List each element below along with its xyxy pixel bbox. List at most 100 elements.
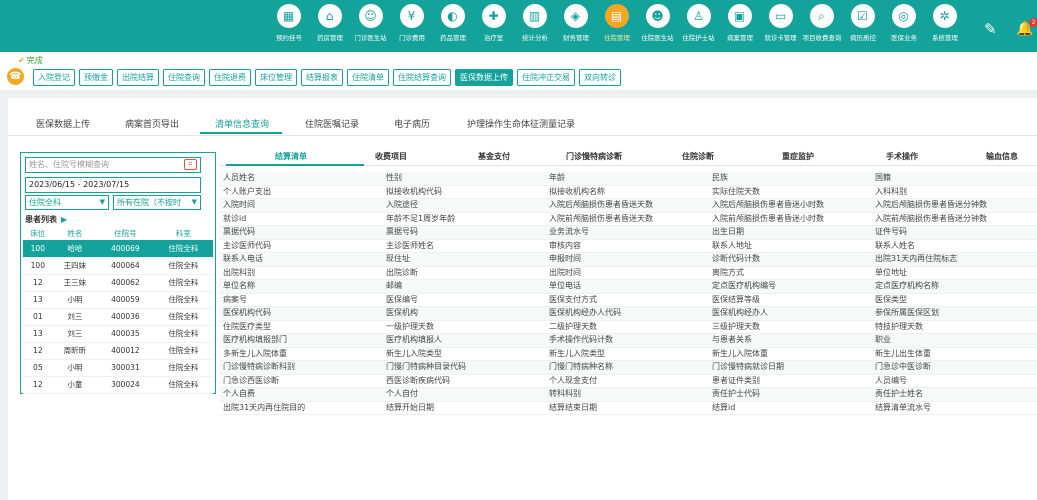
sub-tab[interactable]: 医保数据上传 (36, 117, 90, 130)
table-row[interactable]: 13 刘三 400035 住院全科 (23, 325, 213, 343)
grid-tab[interactable]: 手术操作 (886, 151, 918, 162)
table-row[interactable]: 12 王三妹 400062 住院全科 (23, 274, 213, 292)
field-label: 门急诊西医诊断 (223, 375, 279, 385)
toolbar-button[interactable]: 预缴金 (79, 69, 113, 86)
toolbar-button[interactable]: 出院结算 (117, 69, 159, 86)
field-label: 西医诊断疾病代码 (386, 375, 450, 385)
nav-item-4[interactable]: ◐ 药品管理 (432, 4, 473, 50)
sub-tab[interactable]: 病案首页导出 (125, 117, 179, 130)
grid-row: 出院科别 出院诊断 出院时间 离院方式 单位地址 (220, 267, 1037, 280)
dept-select[interactable]: 住院全科 ▼ (25, 195, 109, 210)
table-cell: 住院全科 (153, 325, 213, 343)
sub-tab[interactable]: 住院医嘱记录 (305, 117, 359, 130)
nav-item-10[interactable]: ♙ 住院护士站 (678, 4, 719, 50)
nav-item-6[interactable]: ▥ 统计分析 (514, 4, 555, 50)
scan-icon[interactable]: ⌗ (184, 159, 197, 170)
table-row[interactable]: 13 小明 400059 住院全科 (23, 291, 213, 309)
nav-item-1[interactable]: ⌂ 药房管理 (309, 4, 350, 50)
nav-item-label: 预约挂号 (275, 34, 302, 42)
grid-tab[interactable]: 结算清单 (275, 151, 307, 162)
nav-item-9[interactable]: ☻ 住院医生站 (637, 4, 678, 50)
table-cell: 400059 (97, 291, 154, 309)
chevron-down-icon: ▼ (99, 198, 105, 206)
field-label: 邮编 (386, 281, 402, 290)
sub-tab[interactable]: 清单信息查询 (215, 117, 269, 130)
nav-item-5[interactable]: ✚ 治疗室 (473, 4, 514, 50)
nav-item-0[interactable]: ▦ 预约挂号 (268, 4, 309, 50)
toolbar-button[interactable]: 入院登记 (33, 69, 75, 86)
edit-icon[interactable]: ✎ (984, 22, 997, 37)
nav-item-7[interactable]: ◈ 财务管理 (555, 4, 596, 50)
column-header: 住院号 (114, 229, 137, 238)
toolbar-button[interactable]: 医保数据上传 (455, 69, 513, 86)
field-label: 个人自付 (386, 389, 418, 398)
patient-panel: 姓名、住院号模糊查询 ⌗ 2023/06/15 - 2023/07/15 住院全… (20, 152, 216, 394)
table-cell: 住院全科 (153, 257, 213, 275)
nav-item-16[interactable]: ✲ 系统管理 (924, 4, 965, 50)
doctor-icon: ☺ (358, 4, 383, 28)
nav-item-11[interactable]: ▣ 病案管理 (719, 4, 760, 50)
nav-item-15[interactable]: ◎ 医保业务 (883, 4, 924, 50)
grid-tab[interactable]: 收费项目 (375, 151, 407, 162)
field-label: 医保结算等级 (712, 294, 760, 304)
play-icon[interactable]: ▶ (61, 215, 67, 224)
field-label: 医疗机构填报部门 (223, 335, 287, 344)
field-label: 门诊慢特病就诊日期 (712, 362, 784, 371)
field-label: 结算结束日期 (549, 402, 597, 412)
table-row[interactable]: 12 周昕昕 400012 住院全科 (23, 342, 213, 360)
toolbar-button[interactable]: 床位管理 (255, 69, 297, 86)
field-label: 人员姓名 (223, 173, 255, 182)
table-row[interactable]: 05 小明 300031 住院全科 (23, 359, 213, 377)
nav-item-3[interactable]: ¥ 门诊费用 (391, 4, 432, 50)
field-label: 医保编号 (386, 294, 418, 304)
table-row[interactable]: 100 王四妹 400064 住院全科 (23, 257, 213, 275)
table-cell: 住院全科 (153, 308, 213, 326)
table-row[interactable]: 12 小童 300024 住院全科 (23, 376, 213, 394)
toolbar-button[interactable]: 住院查询 (163, 69, 205, 86)
nav-item-2[interactable]: ☺ 门诊医生站 (350, 4, 391, 50)
status-select[interactable]: 所有在院（不按时 ▼ (113, 195, 201, 210)
table-row[interactable]: 100 哈哈 400069 住院全科 (23, 240, 213, 258)
insurance-icon: ◎ (891, 4, 916, 28)
nav-item-label: 病历质控 (849, 34, 876, 42)
nav-item-label: 住院医生站 (641, 34, 674, 42)
treatment-icon: ✚ (481, 4, 506, 28)
field-label: 入院途径 (386, 200, 418, 209)
nav-item-8[interactable]: ▤ 住院管理 (596, 4, 637, 50)
nav-item-label: 就诊卡管理 (764, 34, 797, 42)
grid-tab[interactable]: 输血信息 (986, 151, 1018, 162)
field-label: 出院31天内再住院目的 (223, 402, 306, 412)
field-label: 票据代码 (223, 227, 255, 236)
toolbar-button[interactable]: 结算报表 (301, 69, 343, 86)
grid-tab[interactable]: 门诊慢特病诊断 (566, 151, 622, 162)
grid-row: 票据代码 票据号码 业务流水号 出生日期 证件号码 (220, 226, 1037, 240)
grid-tab[interactable]: 重症监护 (782, 151, 814, 162)
nav-item-label: 药品管理 (439, 34, 466, 42)
field-label: 定点医疗机构编号 (712, 281, 776, 290)
patient-search-input[interactable]: 姓名、住院号模糊查询 (25, 157, 201, 173)
toolbar-button[interactable]: 住院清单 (347, 69, 389, 86)
toolbar-button[interactable]: 住院冲正交易 (517, 69, 575, 86)
nav-item-13[interactable]: ⌕ 项目收费查询 (801, 4, 842, 50)
grid-row: 门急诊西医诊断 西医诊断疾病代码 个人现金支付 患者证件类别 人员编号 (220, 375, 1037, 388)
dept-select-value: 住院全科 (29, 198, 61, 207)
field-label: 新生儿出生体重 (875, 348, 931, 358)
toolbar-button[interactable]: 双向转诊 (579, 69, 621, 86)
function-buttons: 入院登记 预缴金 出院结算 住院查询 住院退费 床位管理 结算报表 住院清单 住院结算查询 医保数… (33, 69, 625, 86)
toolbar-button[interactable]: 住院退费 (209, 69, 251, 86)
grid-tab[interactable]: 住院诊断 (682, 151, 714, 162)
nav-item-14[interactable]: ☑ 病历质控 (842, 4, 883, 50)
sub-tab[interactable]: 电子病历 (394, 117, 430, 130)
date-range-field[interactable]: 2023/06/15 - 2023/07/15 (25, 177, 201, 193)
table-row[interactable]: 01 刘三 400036 住院全科 (23, 308, 213, 326)
nav-item-12[interactable]: ▭ 就诊卡管理 (760, 4, 801, 50)
phone-icon[interactable]: ☎ (7, 68, 24, 85)
sub-tab[interactable]: 护理操作生命体征测量记录 (467, 117, 575, 130)
table-cell: 400012 (97, 342, 154, 360)
grid-row: 个人自费 个人自付 转科科别 责任护士代码 责任护士姓名 (220, 388, 1037, 402)
grid-tab[interactable]: 基金支付 (478, 151, 510, 162)
toolbar-button[interactable]: 住院结算查询 (393, 69, 451, 86)
field-label: 联系人电话 (223, 254, 263, 263)
table-cell: 周昕昕 (52, 342, 98, 360)
table-cell: 12 (23, 376, 53, 394)
